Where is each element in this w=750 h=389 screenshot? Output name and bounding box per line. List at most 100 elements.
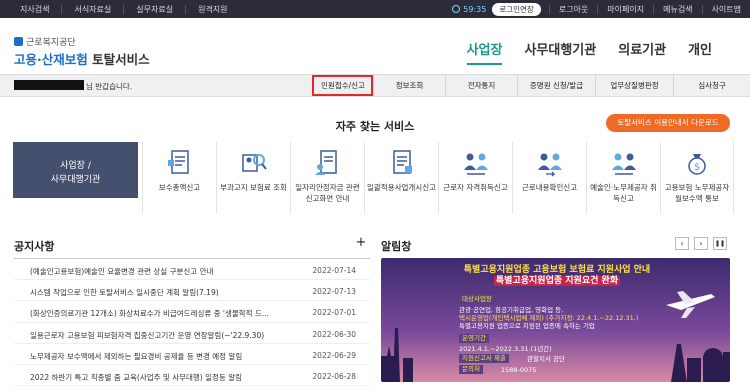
list-item[interactable]: (화상인증의료기관 12개소) 화상치료수가 비급여드레싱류 중 '생물학적 드… <box>14 301 370 323</box>
service-label: 부과고지 보험료 조회 <box>220 183 287 192</box>
notice-row-date: 2022-07-14 <box>312 266 356 275</box>
service-item-bulk-start[interactable]: 일괄적용사업개시신고 <box>364 142 438 214</box>
site-logo[interactable]: 근로복지공단 고용·산재보험 토탈서비스 <box>14 35 150 68</box>
utility-links-left: 지사검색 서식자료실 실무자료실 원격지원 <box>8 0 240 18</box>
notice-row-date: 2022-07-13 <box>312 287 356 297</box>
service-item-premium-lookup[interactable]: 부과고지 보험료 조회 <box>216 142 290 214</box>
menu-search-link[interactable]: 메뉴검색 <box>654 4 701 15</box>
service-label: 고용보험 노무제공자 월보수액 통보 <box>664 183 730 203</box>
search-person-icon <box>241 154 267 172</box>
greeting-text: 님 반갑습니다. <box>86 82 133 91</box>
service-name-part1: 고용·산재보험 <box>14 52 88 67</box>
notice-row-title: 2022 하반기 특고 직종별 줌 교육(사업주 및 사무대행) 일정등 알림 <box>30 372 242 382</box>
banner-contact-label: 문의처 <box>459 365 483 374</box>
notice-row-date: 2022-07-01 <box>312 308 356 318</box>
main-navigation: 사업장 사무대행기관 의료기관 개인 <box>445 39 712 65</box>
people-arrow-icon <box>463 153 488 175</box>
banner-target-text3: 특별고용지원 업종으로 지원된 업종에 속하는 기업 <box>459 322 595 330</box>
notice-list: (예술인고용보험)예술인 요율변경 관련 상실 구분신고 안내 2022-07-1… <box>14 258 370 387</box>
notice-row-date: 2022-06-29 <box>312 350 356 360</box>
service-label: 근로자 자격취득신고 <box>443 183 508 192</box>
mypage-link[interactable]: 마이페이지 <box>598 4 653 15</box>
subnav-item-info-lookup[interactable]: 정보조회 <box>373 75 445 96</box>
service-name-part2: 토탈서비스 <box>92 52 150 67</box>
banner-target-text2: 택시운영업(개인택시업체 제외) <box>459 314 544 322</box>
banner-apply-text: 관할지사 공단 <box>527 355 565 363</box>
document-list-icon <box>167 150 189 174</box>
gnb-tab-medical[interactable]: 의료기관 <box>618 39 666 65</box>
banner-target-extra: (추가지정: 22.4.1.~22.12.31.) <box>545 314 639 322</box>
list-item[interactable]: 2022 하반기 특고 직종별 줌 교육(사업주 및 사무대행) 일정등 알림 2… <box>14 365 370 387</box>
document-person-icon <box>314 150 337 175</box>
subnav-item-e-notice[interactable]: 전자통지 <box>445 75 517 96</box>
subnav-item-disease-decision[interactable]: 업무상질병판정 <box>595 75 673 96</box>
notice-row-title: 시스템 작업으로 인한 토탈서비스 일시중단 계획 알림(7.19) <box>30 288 219 298</box>
service-item-work-confirm[interactable]: 근로내용확인신고 <box>512 142 586 214</box>
service-label: 근로내용확인신고 <box>521 183 578 192</box>
subnav-item-review-claim[interactable]: 심사청구 <box>673 75 750 96</box>
people-arrow-icon <box>611 153 636 175</box>
branch-search-link[interactable]: 지사검색 <box>8 4 63 14</box>
logout-link[interactable]: 로그아웃 <box>550 4 597 15</box>
popup-next-button[interactable]: › <box>694 237 708 250</box>
money-bag-icon: $ <box>688 154 706 175</box>
gnb-tab-individual[interactable]: 개인 <box>688 39 712 65</box>
service-item-pay-total[interactable]: 보수총액신고 <box>142 142 216 214</box>
forms-library-link[interactable]: 서식자료실 <box>62 4 125 14</box>
popup-pause-button[interactable]: ❚❚ <box>713 237 727 250</box>
list-item[interactable]: 시스템 작업으로 인한 토탈서비스 일시중단 계획 알림(7.19) 2022-0… <box>14 280 370 302</box>
redacted-username <box>14 80 84 90</box>
clock-icon <box>452 5 461 13</box>
service-item-monthly-pay[interactable]: $ 고용보험 노무제공자 월보수액 통보 <box>660 142 734 214</box>
popup-title: 알림창 <box>381 240 412 253</box>
services-grid: 보수총액신고 부과고지 보험료 조회 일자리안정자금 관련 신고화면 안내 일괄… <box>142 142 734 214</box>
people-arrow-icon <box>537 153 562 177</box>
service-item-worker-acquire[interactable]: 근로자 자격취득신고 <box>438 142 512 214</box>
banner-period-text: 2021.4.1.~2022.3.31.(1년간) <box>459 345 552 353</box>
subnav-item-certificate[interactable]: 증명원 신청/발급 <box>517 75 595 96</box>
guide-download-button[interactable]: 토탈서비스 이용안내서 다운로드 <box>606 114 730 132</box>
notice-title: 공지사항 <box>14 240 55 253</box>
notice-row-date: 2022-06-30 <box>312 329 356 339</box>
list-item[interactable]: (예술인고용보험)예술인 요율변경 관련 상실 구분신고 안내 2022-07-1… <box>14 259 370 281</box>
service-item-job-stability[interactable]: 일자리안정자금 관련 신고화면 안내 <box>290 142 364 214</box>
session-timer-value: 59:35 <box>463 4 487 14</box>
practical-library-link[interactable]: 실무자료실 <box>124 4 187 14</box>
service-label: 보수총액신고 <box>158 183 201 192</box>
banner-apply-label: 지원신고서 제출 <box>459 354 509 363</box>
banner-target-text: 관광·공연업, 항공기취급업, 영화업 등, <box>459 306 564 314</box>
notice-row-date: 2022-06-28 <box>312 371 356 381</box>
banner-contact-text: 1588-0075 <box>501 366 537 374</box>
service-label: 일괄적용사업개시신고 <box>367 183 436 192</box>
sitemap-link[interactable]: 사이트맵 <box>703 4 750 15</box>
subnav-item-civil-petition[interactable]: 민원접수/신고 <box>312 75 373 96</box>
document-list-icon <box>392 150 412 174</box>
notice-more-button[interactable]: + <box>355 236 367 249</box>
remote-support-link[interactable]: 원격지원 <box>186 5 239 14</box>
service-item-artist-acquire[interactable]: 예술인·노무제공자 취득신고 <box>586 142 660 214</box>
utility-links-right: 59:35 로그인연장 로그아웃 마이페이지 메뉴검색 사이트맵 <box>452 0 750 18</box>
gnb-tab-workplace[interactable]: 사업장 <box>466 39 503 65</box>
list-item[interactable]: 일용근로자 고용보험 피보험자격 집중신고기간 운영 연장알림(~'22.9.3… <box>14 323 370 344</box>
popup-banner[interactable]: 특별고용지원업종 고용보험 보험료 지원사업 안내 특별고용지원업종 지원요건 … <box>381 258 730 382</box>
banner-headline: 특별고용지원업종 고용보험 보험료 지원사업 안내 <box>463 265 651 275</box>
notice-row-title: (예술인고용보험)예술인 요율변경 관련 상실 구분신고 안내 <box>30 267 214 276</box>
notice-row-title: (화상인증의료기관 12개소) 화상치료수가 비급여드레싱류 중 '생물학적 드… <box>30 309 270 319</box>
org-name: 근로복지공단 <box>26 38 76 48</box>
login-extend-button[interactable]: 로그인연장 <box>492 2 541 16</box>
notice-row-title: 일용근로자 고용보험 피보험자격 집중신고기간 운영 연장알림(~'22.9.3… <box>30 330 265 340</box>
services-category-panel[interactable]: 사업장 / 사무대행기관 <box>13 142 138 198</box>
svg-text:$: $ <box>694 162 700 173</box>
sub-navigation: 님 반갑습니다. 민원접수/신고 정보조회 전자통지 증명원 신청/발급 업무상… <box>0 74 750 97</box>
banner-target-label: 대상사업장 <box>459 295 495 304</box>
popup-prev-button[interactable]: ‹ <box>675 237 689 250</box>
service-label: 예술인·노무제공자 취득신고 <box>590 183 657 203</box>
gnb-tab-agency[interactable]: 사무대행기관 <box>524 39 596 65</box>
service-label: 일자리안정자금 관련 신고화면 안내 <box>295 183 360 203</box>
session-timer: 59:35 <box>452 5 492 14</box>
banner-period-label: 운영기간 <box>459 334 489 343</box>
notice-row-title: 노무제공자 보수액에서 제외하는 필요경비 공제율 등 변경 예정 알림 <box>30 351 243 361</box>
top-utility-bar: 지사검색 서식자료실 실무자료실 원격지원 59:35 로그인연장 로그아웃 마… <box>0 0 750 18</box>
list-item[interactable]: 노무제공자 보수액에서 제외하는 필요경비 공제율 등 변경 예정 알림 2022… <box>14 344 370 365</box>
comwel-logo-icon <box>14 37 23 46</box>
